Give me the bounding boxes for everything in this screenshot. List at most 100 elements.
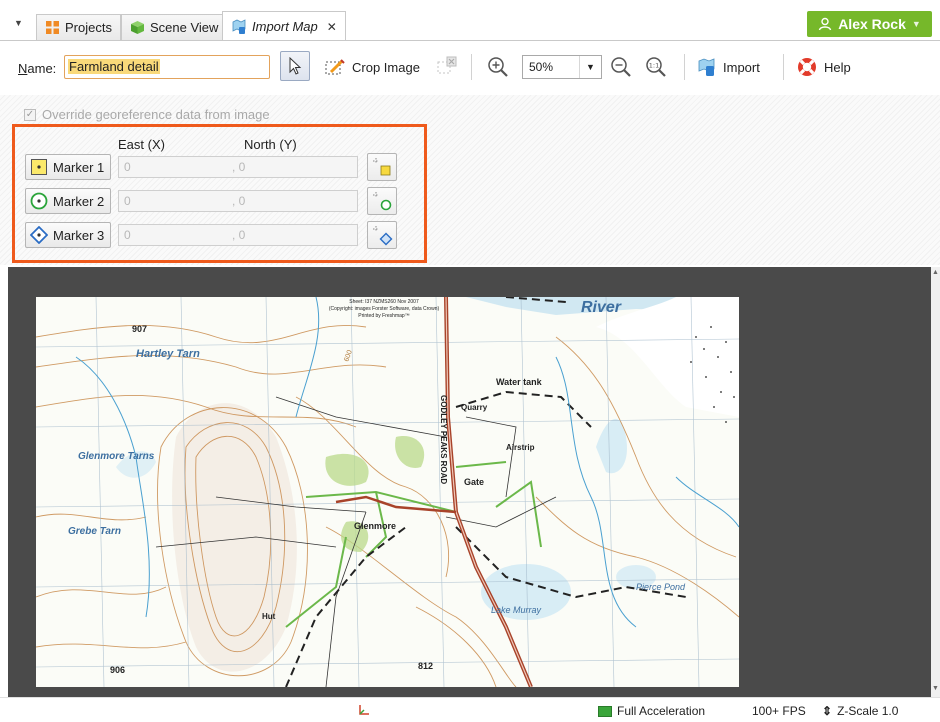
import-map-icon xyxy=(698,58,715,76)
pick-diamond-marker-icon xyxy=(373,226,393,246)
projects-grid-icon xyxy=(46,21,59,34)
toolbar-separator xyxy=(783,54,784,80)
map-label: Quarry xyxy=(461,403,488,412)
east-value: 0 xyxy=(124,194,131,208)
north-value: , 0 xyxy=(232,194,246,208)
zoom-in-button[interactable] xyxy=(487,56,509,78)
user-menu-button[interactable]: Alex Rock ▼ xyxy=(807,11,932,37)
georeference-panel: ✓ Override georeference data from image … xyxy=(0,95,940,265)
select-pointer-button[interactable] xyxy=(280,51,310,81)
tab-label: Projects xyxy=(65,20,112,35)
scroll-down-arrow-icon[interactable]: ▼ xyxy=(932,685,939,692)
user-icon xyxy=(818,17,832,31)
pick-circle-marker-icon xyxy=(373,192,392,211)
vertical-arrows-icon: ⇕ xyxy=(822,704,833,718)
map-label: Grebe Tarn xyxy=(68,526,121,537)
clear-crop-button[interactable] xyxy=(436,56,458,76)
map-label: Pierce Pond xyxy=(636,582,686,592)
import-map-icon xyxy=(232,18,246,34)
clear-crop-icon xyxy=(437,56,457,74)
tab-bar: ▼ Projects Scene View Import Map ✕ Alex … xyxy=(0,0,940,41)
acceleration-label: Full Acceleration xyxy=(617,704,706,718)
zoom-out-button[interactable] xyxy=(610,56,632,78)
tab-label: Scene View xyxy=(150,20,219,35)
lifebuoy-icon xyxy=(798,58,816,76)
marker-3-coordinates-field[interactable]: 0 , 0 xyxy=(118,224,358,246)
axes-icon xyxy=(358,704,370,716)
diamond-marker-icon xyxy=(30,226,48,244)
fps-label: 100+ FPS xyxy=(752,704,806,718)
marker-label: Marker 3 xyxy=(53,227,105,243)
east-value: 0 xyxy=(124,160,131,174)
east-value: 0 xyxy=(124,228,131,242)
help-label: Help xyxy=(824,59,851,75)
marker-1-button[interactable]: Marker 1 xyxy=(25,154,111,180)
map-label: 906 xyxy=(110,665,125,675)
import-map-toolbar: Name: Farmland detail Crop Image 50% ▼ 1… xyxy=(0,41,940,95)
zoom-level-select[interactable]: 50% ▼ xyxy=(522,55,602,79)
import-button[interactable]: Import xyxy=(697,57,760,77)
tab-import-map[interactable]: Import Map ✕ xyxy=(222,11,346,41)
close-tab-icon[interactable]: ✕ xyxy=(327,20,337,34)
pick-marker-3-button[interactable] xyxy=(367,221,397,249)
override-label: Override georeference data from image xyxy=(42,107,270,122)
marker-label: Marker 2 xyxy=(53,193,105,209)
map-label: Water tank xyxy=(496,377,543,387)
acceleration-status: Full Acceleration xyxy=(598,704,705,718)
fps-status: 100+ FPS xyxy=(752,704,806,718)
pick-square-marker-icon xyxy=(373,158,391,176)
tab-projects[interactable]: Projects xyxy=(36,14,121,40)
tab-label: Import Map xyxy=(252,19,318,34)
map-label: Airstrip xyxy=(506,443,535,452)
circle-marker-icon xyxy=(30,192,48,210)
map-label: Lake Murray xyxy=(491,605,542,615)
square-marker-icon xyxy=(31,159,47,175)
map-label: Glenmore xyxy=(354,521,396,531)
scroll-up-arrow-icon[interactable]: ▲ xyxy=(932,269,939,276)
z-scale-status[interactable]: ⇕ Z-Scale 1.0 xyxy=(822,704,898,718)
zoom-in-icon xyxy=(488,57,508,77)
north-column-header: North (Y) xyxy=(244,137,297,152)
map-label: 907 xyxy=(132,324,147,334)
crop-icon xyxy=(325,59,345,75)
pick-marker-1-button[interactable] xyxy=(367,153,397,181)
marker-2-button[interactable]: Marker 2 xyxy=(25,188,111,214)
toolbar-separator xyxy=(684,54,685,80)
map-label: Hartley Tarn xyxy=(136,348,200,360)
crop-image-button[interactable]: Crop Image xyxy=(324,58,420,76)
zoom-value: 50% xyxy=(529,60,554,74)
marker-1-coordinates-field[interactable]: 0 , 0 xyxy=(118,156,358,178)
vertical-scrollbar[interactable]: ▲ ▼ xyxy=(931,267,940,697)
marker-3-button[interactable]: Marker 3 xyxy=(25,222,111,248)
pick-marker-2-button[interactable] xyxy=(367,187,397,215)
chevron-down-icon: ▼ xyxy=(579,56,601,78)
help-button[interactable]: Help xyxy=(796,56,851,78)
map-sheet-info: Sheet: I37 NZMS260 Nov 2007 xyxy=(349,299,419,305)
svg-text:1:1: 1:1 xyxy=(649,62,659,70)
zoom-out-icon xyxy=(611,57,631,77)
map-printed-by: Printed by Freshmap™ xyxy=(358,313,409,319)
north-value: , 0 xyxy=(232,160,246,174)
override-georeference-checkbox[interactable]: ✓ Override georeference data from image xyxy=(24,107,270,122)
map-label: GODLEY PEAKS ROAD xyxy=(439,395,448,484)
toolbar-separator xyxy=(471,54,472,80)
topographic-map-image[interactable]: Sheet: I37 NZMS260 Nov 2007 (Copyright: … xyxy=(36,297,739,687)
zoom-actual-size-button[interactable]: 1:1 xyxy=(645,56,667,78)
z-scale-label: Z-Scale 1.0 xyxy=(837,704,899,718)
tab-scene-view[interactable]: Scene View xyxy=(121,14,228,40)
north-value: , 0 xyxy=(232,228,246,242)
name-label: Name: xyxy=(18,61,57,76)
cursor-arrow-icon xyxy=(289,57,302,75)
name-value: Farmland detail xyxy=(68,59,160,74)
status-bar: Full Acceleration 100+ FPS ⇕ Z-Scale 1.0 xyxy=(0,697,940,722)
chevron-down-icon: ▼ xyxy=(911,19,921,29)
tab-menu-dropdown-icon[interactable]: ▼ xyxy=(14,18,23,28)
map-label: Glenmore Tarns xyxy=(78,451,155,462)
monitor-icon xyxy=(598,705,612,717)
axes-glyph xyxy=(359,705,369,715)
name-input[interactable]: Farmland detail xyxy=(64,55,270,79)
zoom-actual-size-icon: 1:1 xyxy=(646,57,666,77)
marker-2-coordinates-field[interactable]: 0 , 0 xyxy=(118,190,358,212)
import-label: Import xyxy=(723,59,760,75)
cube-icon xyxy=(131,21,144,34)
